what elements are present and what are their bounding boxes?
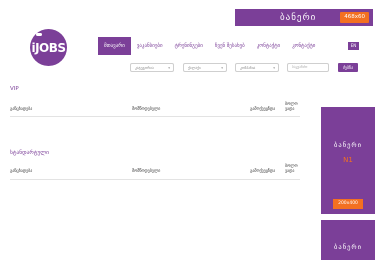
logo-text: iJOBS bbox=[31, 40, 66, 55]
side-banner-text: ბანერი bbox=[334, 141, 362, 149]
side-banner-number: N1 bbox=[343, 156, 353, 164]
company-select-value: კომპანია bbox=[240, 66, 256, 70]
logo-accent-icon bbox=[36, 33, 42, 36]
table-divider bbox=[10, 116, 300, 117]
top-banner-ad[interactable]: ბანერი 468x60 bbox=[235, 9, 373, 26]
category-select-value: კატეგორია bbox=[135, 66, 154, 70]
search-button[interactable]: ძებნა bbox=[338, 63, 358, 72]
side-banner-size-badge: 200x400 bbox=[333, 199, 363, 209]
column-header-listing: განცხადება bbox=[10, 106, 33, 111]
side-banner-ad-2[interactable]: ბანერი bbox=[321, 220, 375, 260]
main-nav: მთავარი ვაკანსიები ტრენინგები ჩვენ შესახ… bbox=[98, 37, 321, 55]
column-header-deadline: ბოლო ვადა bbox=[285, 163, 298, 173]
chevron-down-icon: ▾ bbox=[221, 66, 223, 70]
chevron-down-icon: ▾ bbox=[273, 66, 275, 70]
side-banner-2-text: ბანერი bbox=[334, 243, 362, 251]
top-banner-text: ბანერი bbox=[280, 12, 317, 23]
column-header-deadline: ბოლო ვადა bbox=[285, 101, 298, 111]
section-title-vip: VIP bbox=[10, 86, 19, 92]
nav-item-vacancies[interactable]: ვაკანსიები bbox=[131, 37, 169, 55]
column-header-provider: მომწოდებელი bbox=[132, 106, 161, 111]
language-switch-button[interactable]: EN bbox=[348, 42, 359, 50]
nav-item-contact-2[interactable]: კონტაქტი bbox=[286, 37, 321, 55]
keyword-input[interactable]: საკვანძო bbox=[287, 63, 329, 72]
nav-item-trainings[interactable]: ტრენინგები bbox=[169, 37, 209, 55]
column-header-published: გამოქვეყნდა bbox=[250, 168, 276, 173]
chevron-down-icon: ▾ bbox=[168, 66, 170, 70]
column-header-provider: მომწოდებელი bbox=[132, 168, 161, 173]
nav-item-about[interactable]: ჩვენ შესახებ bbox=[209, 37, 251, 55]
top-banner-size-badge: 468x60 bbox=[340, 12, 369, 23]
city-select[interactable]: ქალაქი ▾ bbox=[183, 63, 227, 72]
nav-item-home[interactable]: მთავარი bbox=[98, 37, 131, 55]
table-divider bbox=[10, 179, 300, 180]
city-select-value: ქალაქი bbox=[188, 66, 201, 70]
nav-item-contact[interactable]: კონტაქტი bbox=[251, 37, 286, 55]
section-title-standard: სტანდარტული bbox=[10, 150, 49, 156]
side-banner-ad[interactable]: ბანერი N1 200x400 bbox=[321, 107, 375, 214]
category-select[interactable]: კატეგორია ▾ bbox=[130, 63, 174, 72]
column-header-listing: განცხადება bbox=[10, 168, 33, 173]
column-header-published: გამოქვეყნდა bbox=[250, 106, 276, 111]
company-select[interactable]: კომპანია ▾ bbox=[235, 63, 279, 72]
